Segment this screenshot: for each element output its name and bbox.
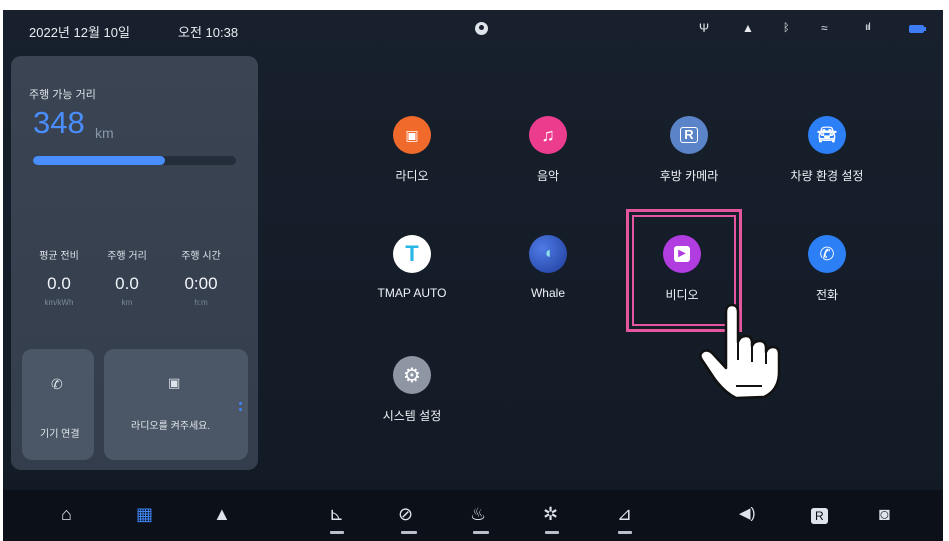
stat-value: 0.0 <box>115 274 139 293</box>
tmap-icon: T <box>393 235 431 273</box>
range-progress-bar <box>33 156 236 165</box>
range-value: 348 <box>33 105 85 140</box>
seat-fan-icon[interactable]: ✲ <box>543 504 558 524</box>
signal-icon: ııl <box>865 22 871 33</box>
app-car-settings[interactable]: 🚘︎ 차량 환경 설정 <box>767 116 887 184</box>
stat-unit: h:m <box>194 298 208 307</box>
range-progress-fill <box>33 156 165 165</box>
stat-label: 평균 전비 <box>39 251 79 262</box>
profile-icon[interactable] <box>475 22 488 35</box>
app-label: 후방 카메라 <box>659 169 719 183</box>
device-connect-tile[interactable]: ✆ 기기 연결 <box>22 349 94 460</box>
app-whale[interactable]: ◖ Whale <box>488 235 608 300</box>
range-unit: km <box>95 125 114 141</box>
app-phone[interactable]: ✆ 전화 <box>767 235 887 303</box>
app-label: 라디오 <box>395 169 429 183</box>
bell-icon: ▲ <box>742 21 754 35</box>
stat-drive-time: 주행 시간 0:00 h:m <box>166 247 236 307</box>
bottom-dock: ⌂ ▦ ▲ ⊾ ⊘ ♨ ✲ ⊿ ◀) R ◙ <box>3 490 943 541</box>
home-icon[interactable]: ⌂ <box>61 504 72 524</box>
phone-icon: ✆ <box>51 376 63 392</box>
usb-icon: Ψ <box>699 21 710 35</box>
volume-icon[interactable]: ◀) <box>739 504 756 524</box>
range-label: 주행 가능 거리 <box>29 89 96 101</box>
rear-camera-icon: R <box>670 116 708 154</box>
seat-fan-level <box>545 531 559 534</box>
stat-distance: 주행 거리 0.0 km <box>92 247 162 307</box>
stat-efficiency: 평균 전비 0.0 km/kWh <box>24 247 94 307</box>
car-icon[interactable]: ◙ <box>879 504 890 524</box>
app-label: 시스템 설정 <box>382 409 442 423</box>
pointing-hand-icon <box>699 303 781 400</box>
apps-grid-icon[interactable]: ▦ <box>136 504 153 524</box>
status-time: 오전 10:38 <box>178 25 239 40</box>
page-indicator[interactable] <box>239 402 242 414</box>
radio-icon: ▣ <box>393 116 431 154</box>
steering-heat-icon[interactable]: ♨ <box>470 504 486 524</box>
wifi-icon: ≈ <box>821 21 828 35</box>
phone-icon: ✆ <box>808 235 846 273</box>
app-label: Whale <box>530 286 565 300</box>
navigation-icon[interactable]: ▲ <box>213 504 231 524</box>
battery-icon <box>909 25 926 33</box>
device-connect-label: 기기 연결 <box>40 429 80 440</box>
car-settings-icon: 🚘︎ <box>808 116 846 154</box>
air-flow-icon[interactable]: ⊘ <box>398 504 413 524</box>
app-label: TMAP AUTO <box>377 286 447 300</box>
status-bar: 2022년 12월 10일 오전 10:38 Ψ ▲ ᛒ ≈ ııl <box>3 10 943 50</box>
radio-widget-tile[interactable]: ▣ 라디오를 켜주세요. <box>104 349 248 460</box>
passenger-seat-level <box>618 531 632 534</box>
steering-heat-level <box>473 531 489 534</box>
bluetooth-icon: ᛒ <box>783 22 790 34</box>
driver-seat-icon[interactable]: ⊾ <box>329 504 344 524</box>
dock-separator <box>3 478 943 490</box>
infotainment-screen: 2022년 12월 10일 오전 10:38 Ψ ▲ ᛒ ≈ ııl 주행 가능… <box>3 10 943 541</box>
stat-label: 주행 시간 <box>181 251 221 262</box>
gear-icon: ⚙ <box>393 356 431 394</box>
whale-icon: ◖ <box>529 235 567 273</box>
app-label: 음악 <box>536 169 560 183</box>
status-date: 2022년 12월 10일 <box>29 25 130 40</box>
stat-unit: km <box>121 298 133 307</box>
radio-icon: ▣ <box>168 375 181 390</box>
app-tmap[interactable]: T TMAP AUTO <box>352 235 472 300</box>
passenger-seat-icon[interactable]: ⊿ <box>617 504 632 524</box>
app-label: 차량 환경 설정 <box>790 169 864 183</box>
stat-value: 0.0 <box>47 274 71 293</box>
rear-camera-icon[interactable]: R <box>811 506 828 526</box>
radio-widget-label: 라디오를 켜주세요. <box>131 421 211 432</box>
app-label: 전화 <box>815 288 839 302</box>
app-radio[interactable]: ▣ 라디오 <box>352 116 472 184</box>
stat-unit: km/kWh <box>44 298 74 307</box>
app-system-settings[interactable]: ⚙ 시스템 설정 <box>352 356 472 424</box>
app-music[interactable]: ♫ 음악 <box>488 116 608 184</box>
app-rear-camera[interactable]: R 후방 카메라 <box>629 116 749 184</box>
driver-seat-level <box>330 531 344 534</box>
air-flow-level <box>401 531 417 534</box>
stat-value: 0:00 <box>184 274 218 293</box>
stat-label: 주행 거리 <box>107 251 147 262</box>
music-icon: ♫ <box>529 116 567 154</box>
